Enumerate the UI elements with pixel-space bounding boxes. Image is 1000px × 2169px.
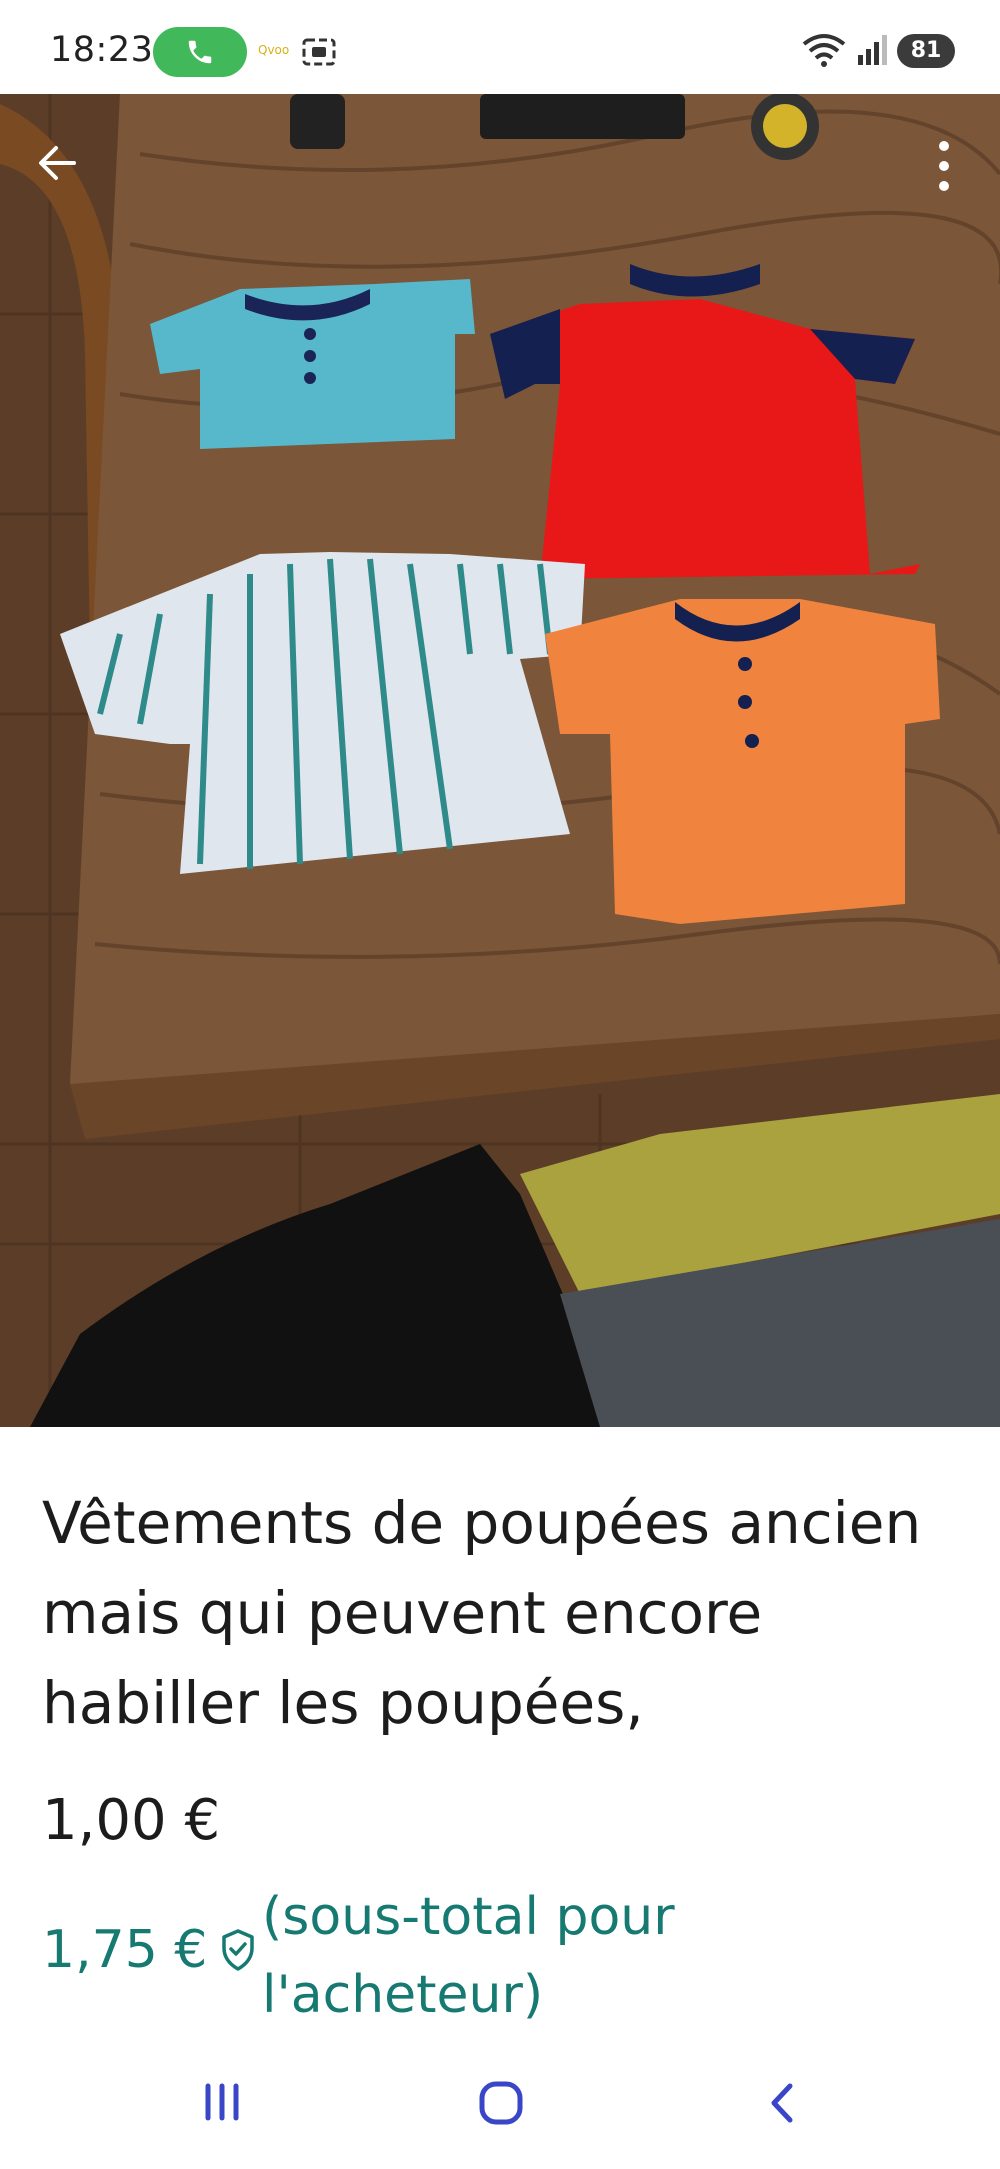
back-arrow-icon	[39, 146, 76, 180]
buyer-total-note: (sous-total pour l'acheteur)	[262, 1887, 675, 2025]
more-options-button[interactable]	[924, 136, 964, 196]
navigation-bar	[0, 2048, 1000, 2169]
notification-text: Qvoo	[258, 43, 290, 57]
listing-photo[interactable]	[0, 94, 1000, 1427]
listing-title: Vêtements de poupées ancien mais qui peu…	[42, 1489, 922, 1737]
phone-icon	[188, 40, 212, 64]
more-vert-icon	[939, 141, 949, 191]
status-bar: 18:23 Qvoo 81	[0, 0, 1000, 94]
shield-check-icon[interactable]	[220, 1928, 256, 1972]
battery-indicator: 81	[897, 34, 955, 68]
buyer-total-price[interactable]: 1,75 €	[42, 1920, 207, 1980]
recent-apps-button[interactable]	[200, 2080, 244, 2128]
screen-record-icon	[302, 38, 336, 66]
back-nav-icon	[771, 2083, 793, 2123]
home-icon	[479, 2081, 523, 2125]
listing-photo-image	[0, 94, 1000, 1427]
ongoing-call-pill[interactable]	[153, 27, 247, 77]
recent-apps-icon	[205, 2083, 239, 2121]
back-button[interactable]	[32, 138, 82, 188]
status-time: 18:23	[50, 30, 154, 70]
home-button[interactable]	[478, 2080, 524, 2130]
wifi-icon	[802, 34, 846, 67]
signal-icon	[858, 35, 887, 65]
listing-price: 1,00 €	[42, 1788, 221, 1853]
back-nav-button[interactable]	[764, 2080, 800, 2130]
